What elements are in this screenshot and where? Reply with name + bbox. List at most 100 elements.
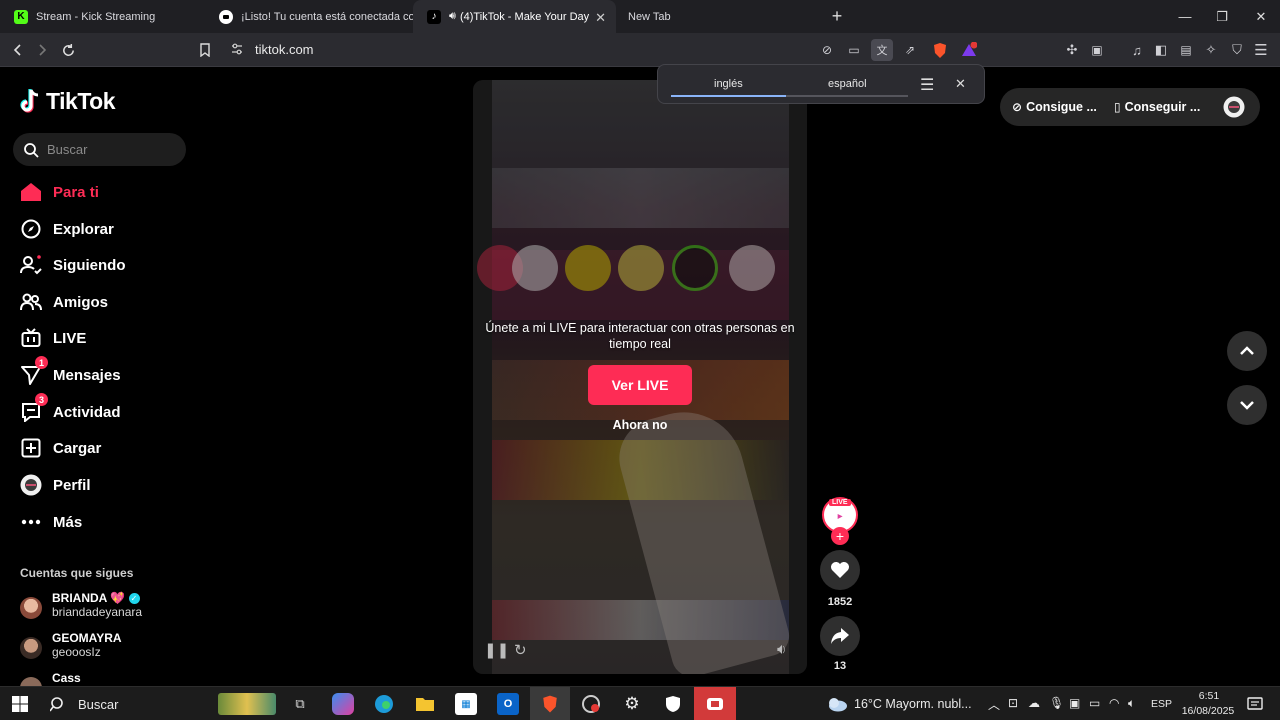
nav-actividad[interactable]: 3 Actividad: [20, 393, 121, 427]
notifications-icon[interactable]: [1244, 693, 1266, 715]
maximize-icon[interactable]: ❐: [1203, 0, 1241, 33]
search-box[interactable]: [13, 133, 186, 166]
show-hidden-icons-chevron-icon[interactable]: ︿: [988, 696, 1000, 713]
next-video-button[interactable]: [1227, 385, 1267, 425]
follow-plus-icon[interactable]: +: [831, 527, 849, 545]
extensions-icon[interactable]: ✣: [1062, 40, 1082, 60]
menu-icon[interactable]: ☰: [1251, 40, 1271, 60]
weather-text[interactable]: 16°C Mayorm. nubl...: [854, 697, 972, 711]
get-coins-button[interactable]: ⊘ Consigue ...: [1000, 88, 1104, 126]
wifi-icon[interactable]: ◠: [1109, 696, 1119, 710]
tab-connected-account[interactable]: ¡Listo! Tu cuenta está conectada con ...: [205, 0, 413, 33]
minimize-icon[interactable]: —: [1166, 0, 1204, 33]
forward-icon[interactable]: [32, 40, 52, 60]
tray-icon[interactable]: ⊡: [1008, 696, 1018, 710]
nav-amigos[interactable]: Amigos: [20, 287, 108, 317]
ver-live-button[interactable]: Ver LIVE: [588, 365, 692, 405]
wallet-icon[interactable]: ▤: [1176, 40, 1196, 60]
copilot-icon[interactable]: [332, 693, 354, 715]
translate-options-icon[interactable]: ☰: [920, 75, 934, 95]
file-explorer-icon[interactable]: [414, 693, 436, 715]
account-name: Cass: [52, 671, 81, 685]
account-item-geomayra[interactable]: GEOMAYRA geooosIz: [20, 631, 122, 659]
nav-perfil[interactable]: Perfil: [20, 470, 91, 500]
store-icon[interactable]: ▦: [455, 693, 477, 715]
tray-icon[interactable]: ▣: [1069, 696, 1080, 710]
ahora-no-button[interactable]: Ahora no: [473, 418, 807, 432]
translate-tab-espanol[interactable]: español: [828, 78, 867, 90]
nav-para-ti[interactable]: Para ti: [20, 177, 99, 207]
share-icon[interactable]: ⇗: [900, 40, 920, 60]
screenshot-icon[interactable]: ▣: [1087, 40, 1107, 60]
new-tab-plus-icon[interactable]: +: [818, 0, 856, 33]
nav-label: Explorar: [53, 220, 114, 238]
previous-video-button[interactable]: [1227, 331, 1267, 371]
user-avatar-button[interactable]: [1208, 88, 1260, 126]
tab-kick[interactable]: K Stream - Kick Streaming: [0, 0, 205, 33]
search-input[interactable]: [47, 142, 177, 157]
clock-time[interactable]: 6:51: [1183, 690, 1235, 702]
translate-tab-ingles[interactable]: inglés: [714, 78, 743, 90]
share-button[interactable]: [820, 616, 860, 656]
volume-icon[interactable]: 🔉︎: [777, 641, 786, 658]
tab-tiktok[interactable]: ♪ 🔊︎ (4)TikTok - Make Your Day ✕: [413, 0, 616, 33]
sidebar-toggle-icon[interactable]: ◧: [1151, 40, 1171, 60]
account-item-brianda[interactable]: BRIANDA 💖 ✓ briandadeyanara: [20, 591, 142, 619]
nav-live[interactable]: LIVE: [20, 323, 86, 353]
microphone-icon[interactable]: 🎙︎: [1049, 696, 1064, 710]
nav-siguiendo[interactable]: Siguiendo: [20, 250, 126, 280]
chevron-down-icon: [1240, 401, 1254, 410]
nav-mensajes[interactable]: 1 Mensajes: [20, 356, 121, 390]
logo-text: TikTok: [46, 88, 116, 114]
translate-icon[interactable]: 文: [871, 39, 893, 61]
cast-icon[interactable]: ▭: [844, 40, 864, 60]
task-view-icon[interactable]: ⧉: [289, 693, 311, 715]
nav-mas[interactable]: Más: [20, 507, 82, 537]
back-icon[interactable]: [8, 40, 28, 60]
reload-icon[interactable]: [58, 40, 78, 60]
edge-icon[interactable]: [373, 693, 395, 715]
translate-close-icon[interactable]: ✕: [955, 76, 966, 92]
keyboard-language[interactable]: ESP: [1151, 698, 1172, 710]
settings-gear-icon[interactable]: ⚙: [621, 693, 643, 715]
tiktok-logo[interactable]: TikTok: [20, 88, 116, 115]
pause-icon[interactable]: ❚❚: [484, 641, 509, 659]
battery-icon[interactable]: ▭: [1089, 696, 1100, 710]
weather-cloud-icon[interactable]: [826, 693, 848, 715]
outlook-icon[interactable]: O: [497, 693, 519, 715]
windows-start-icon[interactable]: [9, 693, 31, 715]
brave-taskbar-button[interactable]: [530, 687, 570, 720]
address-bar-url[interactable]: tiktok.com: [255, 42, 314, 57]
live-icon: [20, 327, 42, 349]
no-cast-icon[interactable]: ⊘: [817, 40, 837, 60]
browser-app-icon[interactable]: [580, 693, 602, 715]
tray-cloud-icon[interactable]: ☁: [1028, 696, 1040, 710]
brave-rewards-icon[interactable]: [959, 40, 979, 60]
leo-ai-icon[interactable]: ✧: [1201, 40, 1221, 60]
replay-icon[interactable]: ↻: [514, 641, 527, 659]
video-player[interactable]: Únete a mi LIVE para interactuar con otr…: [473, 80, 807, 674]
avatar: [20, 597, 42, 619]
tab-new-tab[interactable]: New Tab: [616, 0, 816, 33]
like-button[interactable]: [820, 550, 860, 590]
nav-label: Perfil: [53, 476, 91, 494]
taskbar-search[interactable]: Buscar: [44, 687, 118, 720]
nav-explorar[interactable]: Explorar: [20, 214, 114, 244]
volume-icon[interactable]: 🔈︎: [1128, 696, 1135, 711]
profile-avatar: [20, 474, 42, 496]
recording-app-icon[interactable]: [694, 687, 736, 720]
close-tab-icon[interactable]: ✕: [595, 10, 606, 26]
brave-shields-icon[interactable]: [930, 40, 950, 60]
bookmark-icon[interactable]: [195, 40, 215, 60]
close-window-icon[interactable]: ✕: [1242, 0, 1280, 33]
nav-cargar[interactable]: Cargar: [20, 433, 101, 463]
media-icon[interactable]: ♫: [1127, 40, 1147, 60]
vpn-icon[interactable]: ⛉: [1227, 40, 1247, 60]
kick-favicon-icon: K: [14, 9, 28, 24]
security-shield-icon[interactable]: [662, 693, 684, 715]
speaker-icon[interactable]: 🔊︎: [449, 10, 456, 23]
get-app-button[interactable]: ▯ Conseguir ...: [1104, 88, 1208, 126]
news-widget-icon[interactable]: [218, 693, 276, 715]
clock-date[interactable]: 16/08/2025: [1176, 705, 1240, 717]
site-settings-icon[interactable]: [230, 42, 244, 56]
